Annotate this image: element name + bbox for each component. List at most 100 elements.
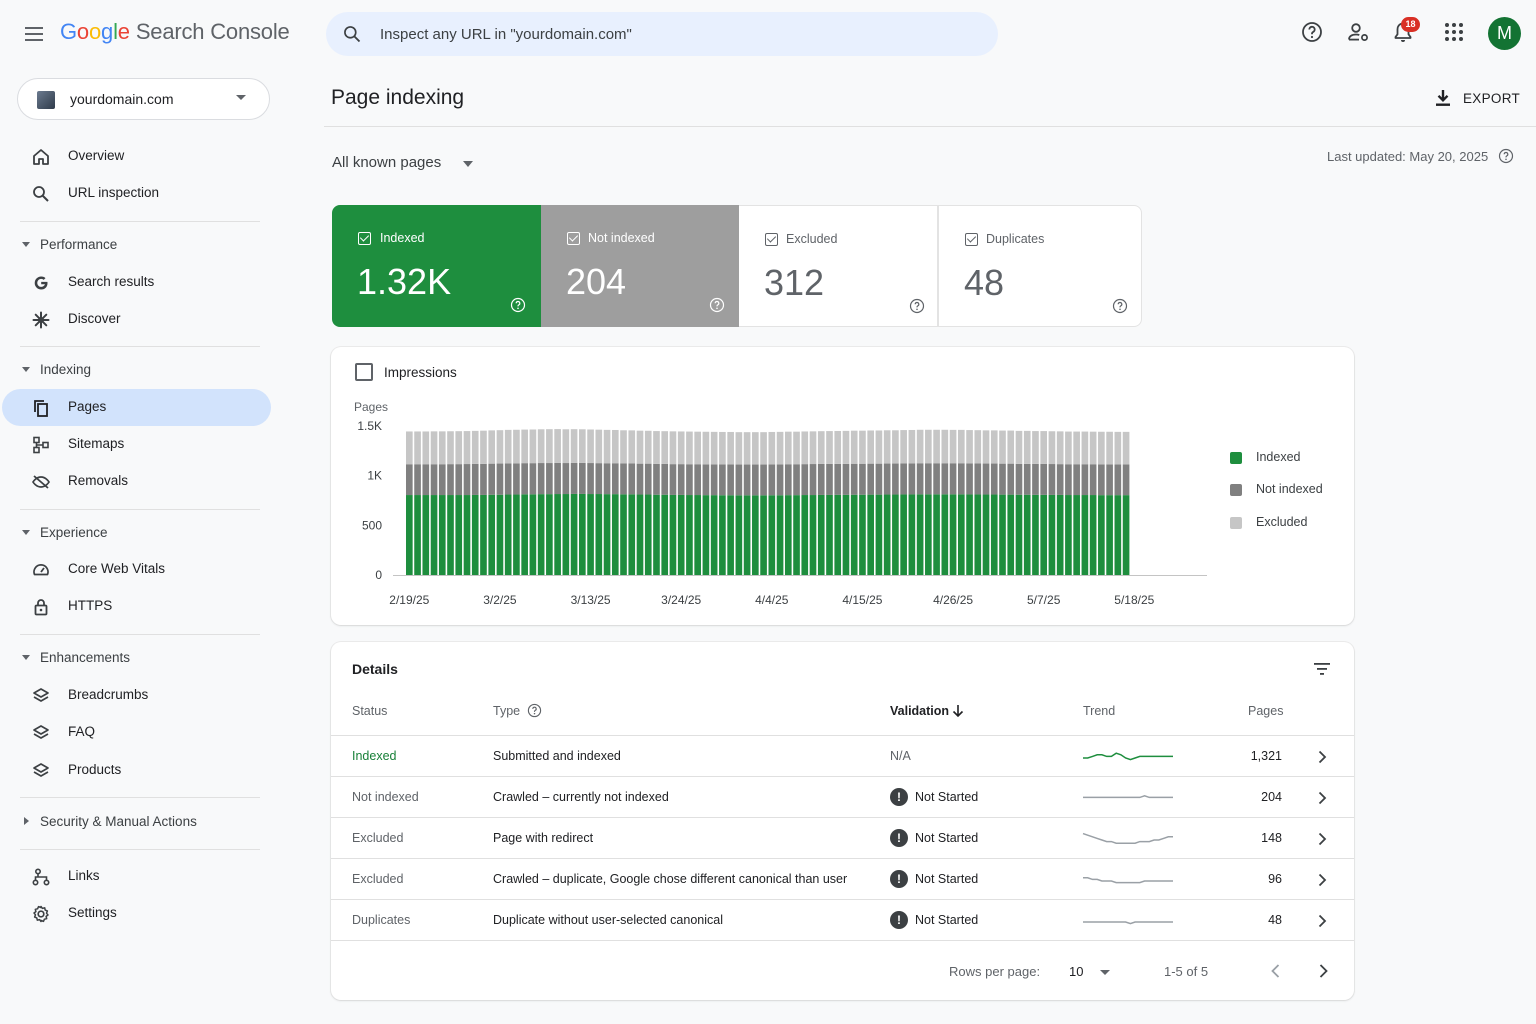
x-tick-label: 5/7/25 [1027,593,1061,607]
bar-segment-indexed [1056,494,1064,575]
row-status: Excluded [352,872,404,886]
summary-card-indexed[interactable]: Indexed 1.32K [332,205,541,327]
user-settings-icon[interactable] [1346,20,1370,44]
bar-segment-indexed [974,494,982,575]
pages-filter-dropdown[interactable]: All known pages [332,154,473,176]
help-icon[interactable] [1300,20,1324,44]
bar-segment-indexed [949,494,957,575]
bar-segment-indexed [686,495,693,575]
bar-segment-excluded [1015,430,1023,464]
chevron-right-icon[interactable] [1315,790,1329,806]
bar-segment-excluded [677,431,685,465]
bar-segment-not-indexed [735,464,743,496]
sort-arrow-down-icon[interactable] [952,704,964,718]
table-row[interactable]: Not indexed Crawled – currently not inde… [331,776,1354,817]
help-icon[interactable] [709,297,725,313]
sidebar-item-url-inspection[interactable]: URL inspection [2,175,271,212]
row-validation: N/A [890,749,911,763]
sidebar-divider [20,509,260,510]
bar-segment-indexed [1114,495,1122,575]
legend-swatch [1230,484,1242,496]
sidebar-item-settings[interactable]: Settings [2,895,271,932]
help-icon[interactable] [1498,148,1514,164]
bar-segment-excluded [949,429,957,464]
url-inspection-search[interactable] [326,12,998,56]
chevron-right-icon[interactable] [1315,831,1329,847]
column-header-status[interactable]: Status [352,704,387,718]
help-icon[interactable] [510,297,526,313]
bar-segment-excluded [554,429,561,463]
bar-segment-excluded [504,429,512,464]
table-row[interactable]: Indexed Submitted and indexed N/A 1,321 [331,735,1354,776]
summary-card-excluded[interactable]: Excluded 312 [739,205,938,327]
sidebar-item-core-web-vitals[interactable]: Core Web Vitals [2,551,271,588]
bar-segment-indexed [784,495,792,575]
chevron-right-icon[interactable] [1315,913,1329,929]
search-input[interactable] [380,12,980,56]
summary-card-not-indexed[interactable]: Not indexed 204 [541,205,739,327]
table-row[interactable]: Duplicates Duplicate without user-select… [331,899,1354,940]
sidebar-item-links[interactable]: Links [2,858,271,895]
bar-segment-excluded [636,430,644,464]
column-header-validation[interactable]: Validation [890,704,949,718]
row-type: Submitted and indexed [493,749,621,763]
sidebar-item-removals[interactable]: Removals [2,463,271,500]
checkbox-checked-icon [567,232,580,245]
previous-page-button[interactable] [1268,962,1284,980]
sidebar-item-sitemaps[interactable]: Sitemaps [2,426,271,463]
bar-segment-indexed [933,494,940,575]
bar-segment-indexed [496,494,504,575]
bar-segment-not-indexed [1007,463,1015,495]
bar-segment-indexed [809,495,817,575]
property-selector[interactable]: yourdomain.com [17,78,270,120]
bar-segment-excluded [850,430,858,464]
bar-segment-excluded [752,432,759,465]
next-page-button[interactable] [1315,962,1331,980]
help-icon[interactable] [909,298,925,314]
sidebar-item-search-results[interactable]: Search results [2,264,271,301]
chevron-down-icon [236,95,246,100]
column-header-type[interactable]: Type [493,704,520,718]
table-row[interactable]: Excluded Page with redirect ! Not Starte… [331,817,1354,858]
bar-segment-excluded [1048,431,1056,465]
help-icon[interactable] [1112,298,1128,314]
row-status: Indexed [352,749,397,763]
account-avatar[interactable]: M [1488,17,1521,50]
sidebar-item-overview[interactable]: Overview [2,138,271,175]
lock-icon [34,599,48,616]
bar-segment-indexed [826,494,833,575]
search-console-logo[interactable]: Google Search Console [60,19,290,45]
column-header-pages[interactable]: Pages [1248,704,1283,718]
table-row[interactable]: Excluded Crawled – duplicate, Google cho… [331,858,1354,899]
bar-segment-not-indexed [644,463,652,495]
bar-segment-not-indexed [1015,463,1023,495]
sidebar-item-discover[interactable]: Discover [2,301,271,338]
apps-grid-icon[interactable] [1442,20,1466,44]
bar-segment-indexed [595,494,603,575]
sidebar-item-breadcrumbs[interactable]: Breadcrumbs [2,677,271,714]
y-axis-title: Pages [354,400,388,414]
sidebar-item-faq[interactable]: FAQ [2,714,271,751]
rows-per-page-select[interactable]: 10 [1068,962,1118,982]
sidebar-item-products[interactable]: Products [2,752,271,789]
bar-segment-not-indexed [743,464,751,496]
help-icon[interactable] [527,703,542,718]
expand-arrow-icon [24,817,29,825]
bar-segment-indexed [710,495,718,575]
summary-card-duplicates[interactable]: Duplicates 48 [938,205,1142,327]
card-value: 312 [764,262,825,303]
layers-icon [33,763,49,777]
bar-segment-indexed [859,494,866,575]
bar-segment-not-indexed [916,463,924,495]
search-icon [344,26,361,43]
chevron-right-icon[interactable] [1315,872,1329,888]
sidebar-item-pages[interactable]: Pages [2,389,271,426]
main-menu-icon[interactable] [22,22,48,46]
table-divider [331,940,1354,941]
pages-copy-icon [34,400,48,417]
bar-segment-excluded [1098,431,1105,465]
sidebar-item-https[interactable]: HTTPS [2,588,271,625]
filter-icon[interactable] [1312,659,1332,679]
chevron-right-icon[interactable] [1315,749,1329,765]
bar-segment-not-indexed [570,462,578,494]
